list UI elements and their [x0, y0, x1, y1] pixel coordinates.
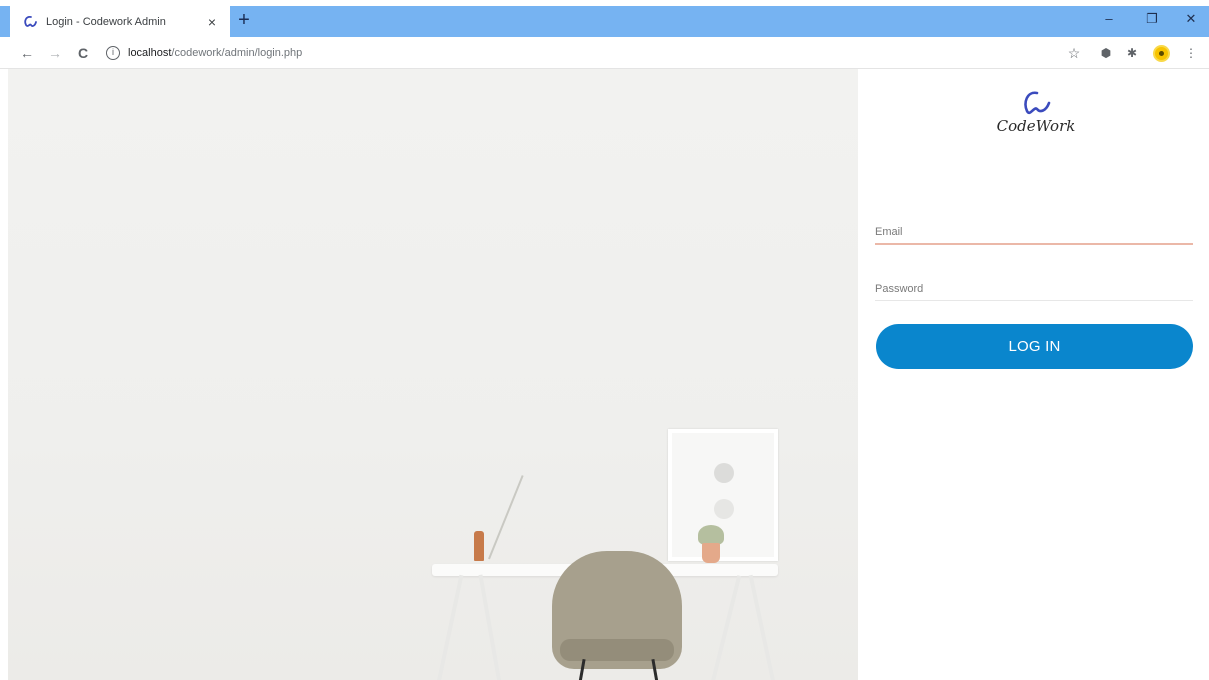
- frame-art-circle: [714, 499, 734, 519]
- desk-leg: [710, 575, 742, 680]
- forward-button[interactable]: →: [46, 44, 64, 62]
- tab-close-icon[interactable]: ×: [204, 14, 220, 30]
- tab-title: Login - Codework Admin: [46, 15, 166, 28]
- close-window-button[interactable]: ✕: [1177, 10, 1205, 30]
- browser-toolbar: ← → C i localhost /codework/admin/login.…: [0, 37, 1209, 69]
- codework-logo-icon: [1024, 91, 1051, 115]
- frame-art-circle: [714, 463, 734, 483]
- tab-strip: [230, 6, 1209, 37]
- brand-name: CodeWork: [996, 117, 1076, 135]
- plant-leaves: [698, 525, 724, 545]
- reload-button[interactable]: C: [74, 44, 92, 62]
- browser-tab[interactable]: Login - Codework Admin ×: [10, 6, 230, 37]
- minimize-button[interactable]: –: [1095, 10, 1123, 30]
- extension-icon[interactable]: ⬢: [1098, 45, 1114, 61]
- vase: [474, 531, 484, 561]
- address-bar[interactable]: i localhost /codework/admin/login.php: [106, 42, 1046, 64]
- url-path: /codework/admin/login.php: [171, 47, 303, 59]
- desk-leg: [436, 574, 464, 680]
- url-host: localhost: [128, 47, 172, 59]
- brand-logo: CodeWork: [986, 89, 1086, 147]
- dried-plant: [488, 475, 524, 560]
- back-button[interactable]: ←: [18, 44, 36, 62]
- desk-leg: [478, 574, 502, 680]
- hero-image: [8, 69, 858, 680]
- bookmark-star-icon[interactable]: ☆: [1066, 45, 1082, 61]
- codework-favicon-icon: [24, 15, 37, 27]
- restore-button[interactable]: ❐: [1138, 10, 1166, 30]
- site-info-icon[interactable]: i: [106, 46, 120, 60]
- plant-pot: [702, 543, 720, 563]
- email-field[interactable]: [875, 215, 1193, 245]
- login-panel: CodeWork LOG IN: [858, 69, 1209, 680]
- login-button[interactable]: LOG IN: [876, 324, 1193, 369]
- browser-titlebar: Login - Codework Admin × + – ❐ ✕: [0, 0, 1209, 37]
- chair-seat: [560, 639, 674, 661]
- new-tab-button[interactable]: +: [234, 10, 254, 30]
- window-frame: [0, 6, 10, 37]
- desk-leg: [748, 574, 776, 680]
- browser-menu-icon[interactable]: ⋮: [1183, 45, 1199, 61]
- extensions-puzzle-icon[interactable]: ✱: [1124, 45, 1140, 61]
- password-field[interactable]: [875, 271, 1193, 301]
- profile-avatar[interactable]: [1153, 45, 1170, 62]
